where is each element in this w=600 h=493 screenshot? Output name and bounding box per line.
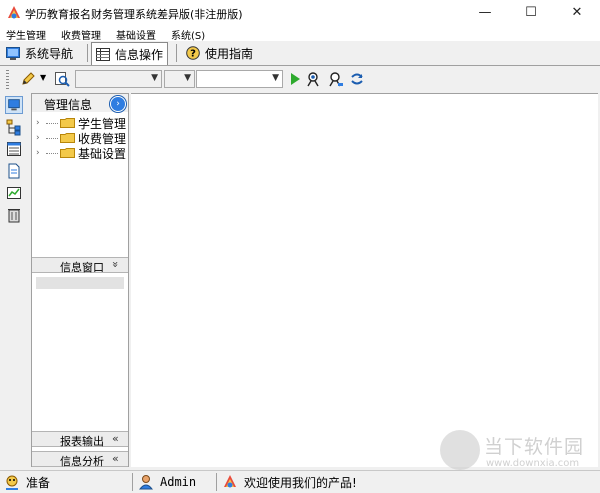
pencil-icon[interactable] [20, 71, 36, 87]
title-bar: 学历教育报名财务管理系统差异版(非注册版) — ☐ ✕ [0, 0, 600, 26]
trash-icon[interactable] [5, 206, 23, 224]
search-user-icon[interactable] [306, 71, 322, 87]
minimize-button[interactable]: — [462, 0, 508, 26]
watermark-text: 当下软件园 [484, 436, 585, 458]
maximize-button[interactable]: ☐ [508, 0, 554, 26]
main-content-area[interactable] [131, 93, 598, 467]
window-title: 学历教育报名财务管理系统差异版(非注册版) [25, 8, 243, 21]
tab-info-operation[interactable]: 信息操作 [91, 42, 169, 65]
info-window-area [32, 273, 128, 431]
menu-fee-management[interactable]: 收费管理 [61, 27, 101, 42]
folder-icon [60, 133, 75, 143]
watermark-url: www.downxia.com [486, 458, 580, 469]
app-logo-icon [224, 475, 236, 488]
filter-combo-3[interactable]: ▼ [196, 70, 283, 88]
menu-bar: 学生管理 收费管理 基础设置 系统(S) [0, 26, 600, 42]
help-icon: ? [186, 46, 200, 60]
tab-system-navigation[interactable]: 系统导航 [6, 43, 73, 63]
refresh-icon[interactable] [349, 71, 365, 87]
tree-node-basic-settings[interactable]: › 基础设置 [36, 146, 127, 161]
collapse-circle-icon[interactable]: › [110, 96, 126, 112]
tab-label: 信息操作 [115, 47, 164, 62]
preview-icon[interactable] [54, 71, 70, 87]
watermark-logo [440, 430, 480, 470]
chevron-down-icon: ▼ [184, 73, 191, 83]
status-ready: 准备 [4, 474, 50, 490]
toolbar: ▼ ▼ ▼ ▼ [0, 68, 600, 92]
find-icon[interactable] [328, 71, 344, 87]
status-bar: 准备 Admin 欢迎使用我们的产品! [0, 470, 600, 493]
tree-label: 基础设置 [78, 146, 127, 161]
tab-divider [87, 44, 88, 62]
app-logo-icon [8, 6, 20, 19]
collapse-down-icon[interactable]: » [109, 261, 122, 268]
main-tab-bar: 系统导航 信息操作 ? 使用指南 [0, 41, 600, 66]
tab-divider [176, 44, 177, 62]
chevron-down-icon: ▼ [272, 73, 279, 83]
status-message: 欢迎使用我们的产品! [222, 474, 357, 490]
status-user: Admin [138, 474, 196, 490]
report-output-header[interactable]: 报表输出 « [32, 431, 128, 448]
expand-icon[interactable]: › [36, 133, 44, 143]
filter-combo-2[interactable]: ▼ [164, 70, 195, 88]
dropdown-icon[interactable]: ▼ [40, 73, 48, 89]
tree-connector [46, 137, 58, 139]
report-output-title: 报表输出 [60, 435, 104, 448]
monitor-icon [6, 46, 20, 60]
menu-basic-settings[interactable]: 基础设置 [116, 27, 156, 42]
folder-icon [60, 148, 75, 158]
expand-icon[interactable]: › [36, 118, 44, 128]
tree-node-fee-management[interactable]: › 收费管理 [36, 131, 126, 146]
table-icon [96, 47, 110, 61]
tree-connector [46, 152, 58, 154]
info-window-bar [36, 277, 124, 289]
chart-icon[interactable] [5, 184, 23, 202]
info-analysis-title: 信息分析 [60, 455, 104, 468]
list-icon[interactable] [5, 140, 23, 158]
tab-label: 使用指南 [205, 46, 254, 61]
expand-left-icon[interactable]: « [112, 452, 119, 465]
status-divider [216, 473, 217, 491]
ready-icon [6, 475, 18, 490]
info-analysis-header[interactable]: 信息分析 « [32, 451, 128, 468]
menu-student-management[interactable]: 学生管理 [6, 27, 46, 42]
status-user-text: Admin [160, 475, 197, 489]
filter-combo-1[interactable]: ▼ [75, 70, 162, 88]
management-panel: 管理信息 › › 学生管理 › 收费管理 › 基础设置 信息窗口 » 报表输出 … [31, 93, 129, 468]
folder-icon [60, 118, 75, 128]
tree-node-student-management[interactable]: › 学生管理 [36, 116, 126, 131]
panel-header: 管理信息 › [32, 94, 128, 112]
status-ready-text: 准备 [26, 475, 51, 490]
svg-text:?: ? [190, 49, 196, 60]
app-window: 学历教育报名财务管理系统差异版(非注册版) — ☐ ✕ 学生管理 收费管理 基础… [0, 0, 600, 493]
tree-icon[interactable] [5, 118, 23, 136]
user-icon [138, 475, 154, 490]
tab-user-guide[interactable]: ? 使用指南 [186, 43, 253, 63]
chevron-down-icon: ▼ [151, 73, 158, 83]
close-button[interactable]: ✕ [554, 0, 600, 26]
toolbar-grip[interactable] [6, 70, 9, 89]
expand-left-icon[interactable]: « [112, 432, 119, 445]
expand-icon[interactable]: › [36, 148, 44, 158]
document-icon[interactable] [5, 162, 23, 180]
status-divider [132, 473, 133, 491]
play-icon[interactable] [287, 71, 303, 87]
monitor-icon[interactable] [5, 96, 23, 114]
menu-system[interactable]: 系统(S) [171, 27, 205, 42]
tab-label: 系统导航 [25, 46, 74, 61]
panel-title: 管理信息 [44, 98, 93, 112]
tree-connector [46, 122, 58, 124]
info-window-header[interactable]: 信息窗口 » [32, 257, 128, 274]
left-icon-strip [2, 93, 28, 467]
status-message-text: 欢迎使用我们的产品! [244, 475, 357, 490]
